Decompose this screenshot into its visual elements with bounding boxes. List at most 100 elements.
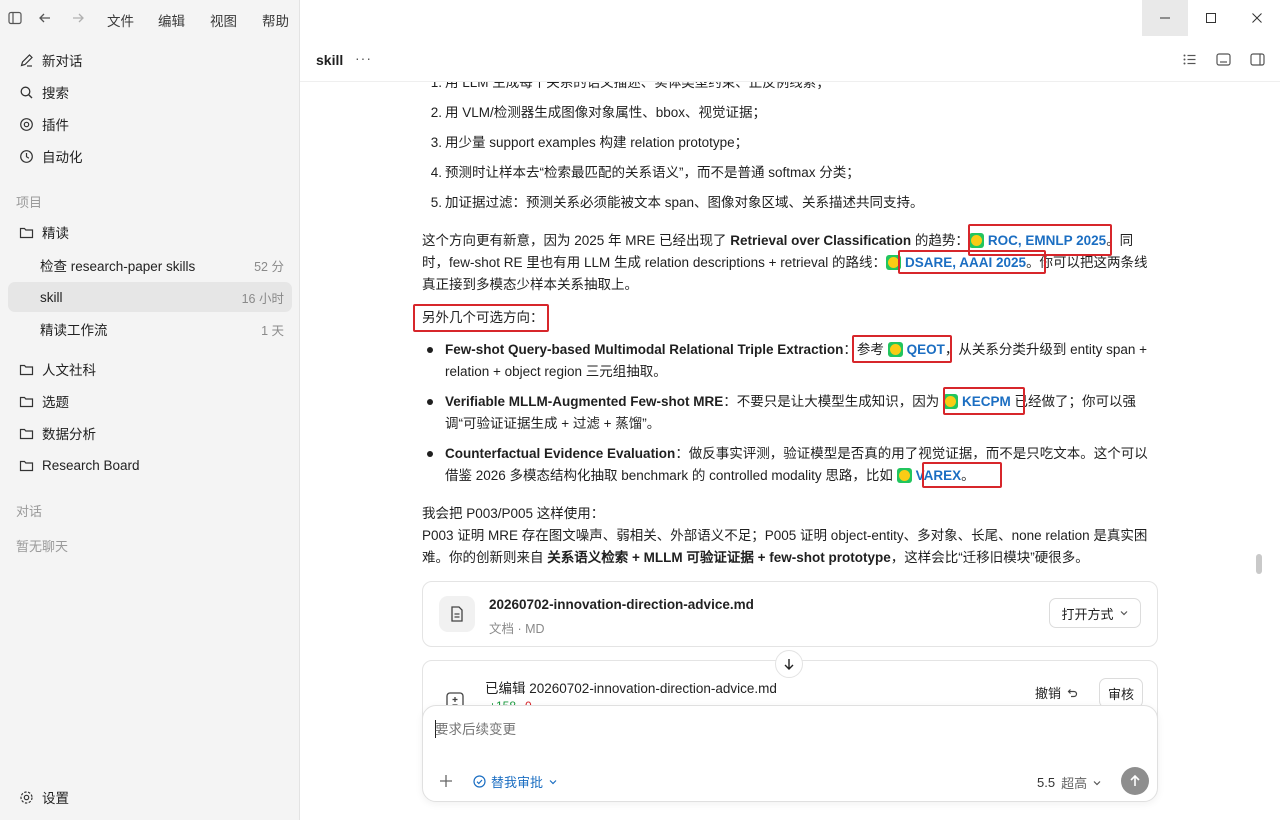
followup-input[interactable] — [435, 718, 1135, 740]
menu-help[interactable]: 帮助 — [262, 10, 289, 30]
menu-edit[interactable]: 编辑 — [158, 10, 185, 30]
thread-more-button[interactable]: ··· — [355, 50, 372, 66]
arrow-up-icon — [1130, 774, 1140, 786]
button-label: 打开方式 — [1061, 606, 1114, 622]
bullet-item-varex: Counterfactual Evidence Evaluation：做反事实评… — [445, 443, 1160, 487]
thread-time: 1 天 — [261, 323, 284, 338]
thread-header: skill ··· — [300, 36, 1280, 82]
bullet-item-qeot: Few-shot Query-based Multimodal Relation… — [445, 339, 1160, 383]
sidebar-folder-research-board[interactable]: Research Board — [8, 450, 292, 480]
chevron-down-icon — [1093, 780, 1101, 785]
button-label: 撤销 — [1035, 686, 1062, 701]
step-item-3: 用少量 support examples 构建 relation prototy… — [445, 135, 749, 150]
review-button[interactable]: 审核 — [1099, 678, 1143, 708]
usage-line: 我会把 P003/P005 这样使用： — [422, 506, 605, 521]
model-mode: 超高 — [1061, 776, 1088, 791]
highlight-box — [922, 462, 1002, 488]
button-label: 审核 — [1107, 686, 1134, 702]
folder-icon — [18, 224, 34, 240]
text-run: 这个方向更有新意，因为 2025 年 MRE 已经出现了 — [422, 233, 731, 248]
sidebar-search[interactable]: 搜索 — [8, 77, 292, 107]
list-view-icon[interactable] — [1182, 52, 1197, 67]
sidebar-item-label: 设置 — [42, 791, 69, 806]
maximize-button[interactable] — [1188, 0, 1234, 36]
composer: 替我审批 5.5 超高 — [422, 705, 1158, 802]
side-panel-icon[interactable] — [1250, 52, 1265, 67]
close-window-button[interactable] — [1234, 0, 1280, 36]
sidebar-new-chat[interactable]: 新对话 — [8, 45, 292, 75]
open-with-button[interactable]: 打开方式 — [1049, 598, 1141, 628]
sidebar-item-label: Research Board — [42, 457, 140, 473]
sidebar-folder-humanities[interactable]: 人文社科 — [8, 354, 292, 384]
projects-section-label: 项目 — [16, 195, 43, 210]
sidebar-item-label: 搜索 — [42, 86, 69, 101]
send-button[interactable] — [1121, 767, 1149, 795]
menu-file[interactable]: 文件 — [107, 10, 134, 30]
file-meta: 文档 · MD — [489, 622, 545, 636]
sidebar-settings[interactable]: 设置 — [8, 782, 292, 812]
clock-icon — [18, 148, 34, 164]
dropdown-label: 替我审批 — [491, 775, 544, 790]
file-name: 20260702-innovation-direction-advice.md — [489, 597, 754, 612]
sidebar-item-label: 数据分析 — [42, 427, 96, 442]
step-item-4: 预测时让样本去“检索最匹配的关系语义”，而不是普通 softmax 分类； — [445, 165, 860, 180]
step-item-5: 加证据过滤：预测关系必须能被文本 span、图像对象区域、关系描述共同支持。 — [445, 195, 924, 210]
edit-icon — [18, 52, 34, 68]
at-icon — [18, 116, 34, 132]
highlight-box — [898, 250, 1046, 274]
close-icon — [1252, 13, 1262, 23]
arrow-down-icon — [784, 659, 794, 670]
list-number: 5. — [430, 195, 442, 210]
sidebar-plugins[interactable]: 插件 — [8, 109, 292, 139]
back-arrow-icon[interactable] — [38, 11, 52, 25]
text-bold: Verifiable MLLM-Augmented Few-shot MRE — [445, 394, 724, 409]
paragraph-usage: P003 证明 MRE 存在图文噪声、弱相关、外部语义不足；P005 证明 ob… — [422, 525, 1160, 569]
minimize-button[interactable] — [1142, 0, 1188, 36]
scroll-to-bottom-button[interactable] — [775, 650, 803, 678]
minimize-icon — [1160, 17, 1170, 19]
model-selector[interactable]: 5.5 超高 — [1037, 773, 1102, 792]
undo-button[interactable]: 撤销 — [1035, 683, 1078, 702]
search-icon — [18, 84, 34, 100]
sidebar-thread-skill[interactable]: skill 16 小时 — [8, 282, 292, 312]
terminal-panel-icon[interactable] — [1216, 52, 1231, 67]
file-attachment-card[interactable]: 20260702-innovation-direction-advice.md … — [422, 581, 1158, 647]
folder-icon — [18, 425, 34, 441]
no-chats-text: 暂无聊天 — [16, 539, 69, 554]
step-item-2: 用 VLM/检测器生成图像对象属性、bbox、视觉证据； — [445, 105, 767, 120]
undo-icon — [1067, 688, 1078, 697]
sidebar-thread-workflow[interactable]: 精读工作流 1 天 — [8, 314, 292, 344]
thread-label: 精读工作流 — [40, 323, 108, 338]
sidebar-thread-check[interactable]: 检查 research-paper skills 52 分 — [8, 250, 292, 280]
approval-mode-dropdown[interactable]: 替我审批 — [473, 772, 558, 791]
smiley-icon — [896, 468, 912, 483]
sidebar: 文件 编辑 视图 帮助 新对话 搜索 插件 自动化 项目 精读 检查 resea… — [0, 0, 300, 820]
bullet-dot — [427, 451, 433, 457]
text-run: ，这样会比“迁移旧模块”硬很多。 — [890, 550, 1089, 565]
thread-label: skill — [40, 289, 63, 305]
sidebar-folder-topics[interactable]: 选题 — [8, 386, 292, 416]
text-bold: 关系语义检索 + MLLM 可验证证据 + few-shot prototype — [547, 550, 891, 565]
scrollbar-thumb[interactable] — [1256, 554, 1262, 574]
text-bold: Few-shot Query-based Multimodal Relation… — [445, 342, 844, 357]
text-bold: Counterfactual Evidence Evaluation — [445, 446, 676, 461]
text-run: ：不要只是让大模型生成知识，因为 — [723, 394, 944, 409]
list-number: 1. — [430, 82, 442, 90]
sidebar-folder-data-analysis[interactable]: 数据分析 — [8, 418, 292, 448]
sidebar-folder-jingdu[interactable]: 精读 — [8, 217, 292, 247]
add-attachment-icon[interactable] — [439, 774, 453, 788]
sidebar-automation[interactable]: 自动化 — [8, 141, 292, 171]
sidebar-item-label: 选题 — [42, 395, 69, 410]
bullet-dot — [427, 399, 433, 405]
sidebar-item-label: 精读 — [42, 226, 69, 241]
text-bold: Retrieval over Classification — [730, 233, 912, 248]
chats-section-label: 对话 — [16, 504, 43, 519]
text-run: 的趋势： — [911, 233, 969, 248]
forward-arrow-icon[interactable] — [71, 11, 85, 25]
step-item-1: 用 LLM 生成每个关系的语义描述、实体类型约束、正反例线索； — [445, 82, 830, 90]
menu-view[interactable]: 视图 — [210, 10, 237, 30]
thread-time: 16 小时 — [241, 291, 284, 306]
sidebar-toggle-icon[interactable] — [8, 11, 22, 25]
chevron-down-icon — [1120, 611, 1127, 616]
folder-icon — [18, 457, 34, 473]
